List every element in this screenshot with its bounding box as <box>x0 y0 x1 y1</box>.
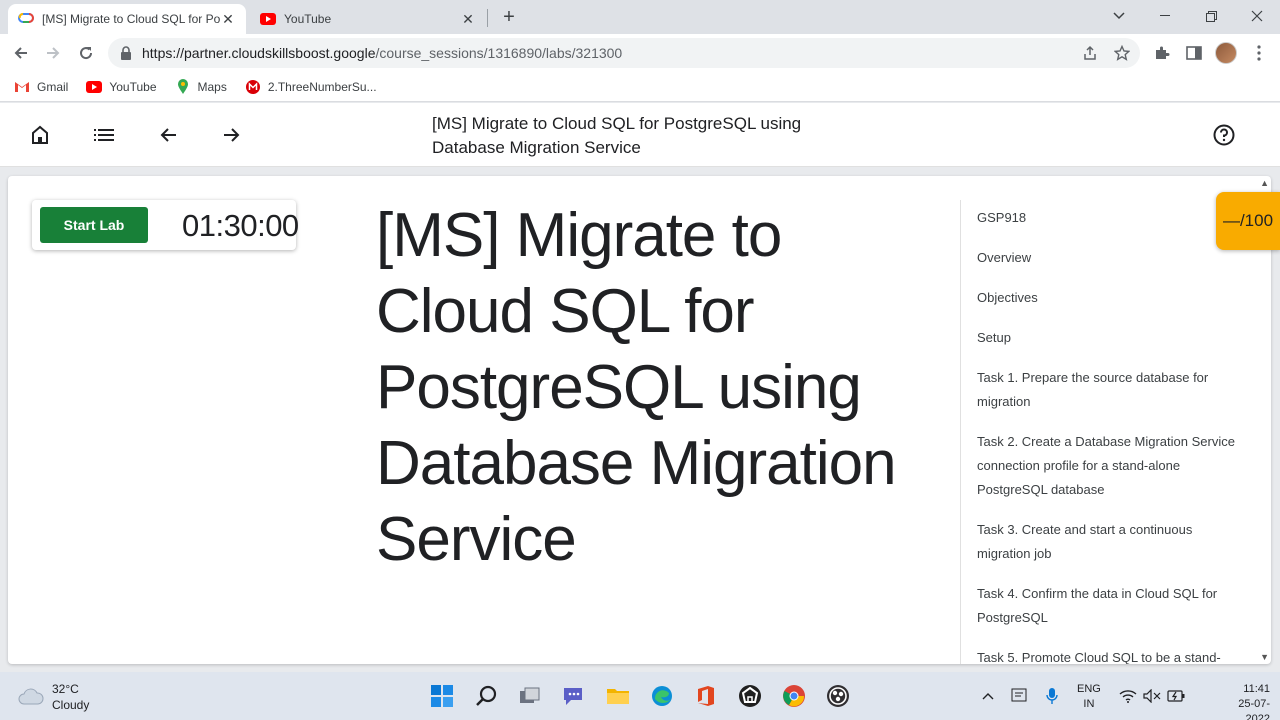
tab-title: YouTube <box>284 12 332 26</box>
scroll-down-arrow-icon[interactable]: ▼ <box>1260 652 1269 662</box>
cloud-icon <box>18 687 44 708</box>
clock-time: 11:41 <box>1243 683 1270 695</box>
profile-avatar[interactable] <box>1215 42 1237 64</box>
system-clock[interactable]: 11:41 25-07-2022 <box>1222 682 1270 720</box>
wifi-icon[interactable] <box>1118 686 1138 706</box>
next-arrow-icon[interactable] <box>220 123 244 147</box>
url-host: https://partner.cloudskillsboost.google <box>142 45 376 61</box>
home-icon[interactable] <box>28 123 52 147</box>
start-lab-button[interactable]: Start Lab <box>40 207 148 243</box>
table-of-contents: GSP918 Overview Objectives Setup Task 1.… <box>977 206 1235 664</box>
tab-title: [MS] Migrate to Cloud SQL for Po <box>42 12 220 26</box>
windows-start-icon[interactable] <box>428 682 456 710</box>
language-indicator[interactable]: ENG IN <box>1077 682 1101 712</box>
bookmark-label: YouTube <box>109 79 157 94</box>
tab-lab[interactable]: [MS] Migrate to Cloud SQL for Po ✕ <box>8 4 246 34</box>
url-path: /course_sessions/1316890/labs/321300 <box>375 45 623 61</box>
tab-divider <box>487 9 488 27</box>
office-icon[interactable] <box>692 682 720 710</box>
extensions-icon[interactable] <box>1149 40 1175 66</box>
weather-condition: Cloudy <box>52 698 90 712</box>
restore-button[interactable] <box>1199 5 1223 27</box>
close-tab-icon[interactable]: ✕ <box>220 11 236 27</box>
youtube-icon <box>86 79 103 95</box>
youtube-icon <box>260 11 276 27</box>
weather-temperature: 32°C <box>52 682 79 696</box>
toc-divider <box>960 200 961 664</box>
address-bar[interactable]: https://partner.cloudskillsboost.google /… <box>108 38 1140 68</box>
share-icon[interactable] <box>1077 40 1103 66</box>
app-pentagon-icon[interactable] <box>736 682 764 710</box>
language-region: IN <box>1083 698 1095 710</box>
teams-chat-icon[interactable] <box>560 682 588 710</box>
new-tab-button[interactable]: + <box>498 6 520 28</box>
windows-taskbar: 32°C Cloudy ENG IN 11:41 25-07-2022 <box>0 672 1280 720</box>
menu-kebab-icon[interactable] <box>1246 40 1272 66</box>
gmail-icon <box>14 79 30 95</box>
microphone-icon[interactable] <box>1042 686 1062 706</box>
lock-icon <box>120 46 134 60</box>
bookmark-gmail[interactable]: Gmail <box>14 79 68 95</box>
side-panel-icon[interactable] <box>1181 40 1207 66</box>
browser-tab-strip: [MS] Migrate to Cloud SQL for Po ✕ YouTu… <box>0 0 1280 34</box>
bookmark-label: Maps <box>197 79 227 94</box>
pen-tablet-icon[interactable] <box>1010 686 1030 706</box>
toc-item-task-3[interactable]: Task 3. Create and start a continuous mi… <box>977 518 1235 566</box>
edge-browser-icon[interactable] <box>648 682 676 710</box>
google-cloud-icon <box>18 11 34 27</box>
toc-item-objectives[interactable]: Objectives <box>977 286 1235 310</box>
previous-arrow-icon[interactable] <box>156 123 180 147</box>
lab-control-card: Start Lab 01:30:00 <box>32 200 299 250</box>
bookmarks-bar: Gmail YouTube Maps 2.ThreeNumberSu... <box>0 72 1280 102</box>
toc-item-task-4[interactable]: Task 4. Confirm the data in Cloud SQL fo… <box>977 582 1235 630</box>
bookmark-youtube[interactable]: YouTube <box>86 79 157 95</box>
obs-studio-icon[interactable] <box>824 682 852 710</box>
maps-icon <box>175 78 191 95</box>
lab-header: [MS] Migrate to Cloud SQL for PostgreSQL… <box>0 103 1280 167</box>
toc-item-task-1[interactable]: Task 1. Prepare the source database for … <box>977 366 1235 414</box>
weather-widget[interactable]: 32°C Cloudy <box>18 681 89 713</box>
battery-charging-icon[interactable] <box>1166 686 1186 706</box>
list-icon[interactable] <box>92 123 116 147</box>
clock-date: 25-07-2022 <box>1238 698 1270 720</box>
language-code: ENG <box>1077 683 1101 695</box>
task-view-icon[interactable] <box>516 682 544 710</box>
toc-item-overview[interactable]: Overview <box>977 246 1235 270</box>
file-explorer-icon[interactable] <box>604 682 632 710</box>
browser-toolbar: https://partner.cloudskillsboost.google /… <box>0 34 1280 72</box>
mega-icon <box>245 79 261 95</box>
help-icon[interactable] <box>1212 123 1236 147</box>
lab-timer: 01:30:00 <box>182 208 299 243</box>
toc-item-task-5[interactable]: Task 5. Promote Cloud SQL to be a stand- <box>977 646 1235 664</box>
toc-item-gsp918[interactable]: GSP918 <box>977 206 1235 230</box>
show-hidden-icons-chevron-icon[interactable] <box>978 686 998 706</box>
bookmark-label: 2.ThreeNumberSu... <box>267 79 377 94</box>
tab-search-chevron-icon[interactable] <box>1107 5 1131 27</box>
header-lab-title: [MS] Migrate to Cloud SQL for PostgreSQL… <box>432 114 802 157</box>
tab-youtube[interactable]: YouTube ✕ <box>250 4 486 34</box>
toc-item-task-2[interactable]: Task 2. Create a Database Migration Serv… <box>977 430 1235 502</box>
lab-content-panel: Start Lab 01:30:00 [MS] Migrate to Cloud… <box>8 176 1271 664</box>
search-icon[interactable] <box>472 682 500 710</box>
volume-muted-icon[interactable] <box>1142 686 1162 706</box>
minimize-button[interactable] <box>1153 5 1177 27</box>
back-icon[interactable] <box>8 40 34 66</box>
lab-title: [MS] Migrate to Cloud SQL for PostgreSQL… <box>376 201 897 574</box>
close-window-button[interactable] <box>1245 5 1269 27</box>
bookmark-maps[interactable]: Maps <box>175 78 227 95</box>
bookmark-label: Gmail <box>37 79 69 94</box>
toc-item-setup[interactable]: Setup <box>977 326 1235 350</box>
chrome-icon[interactable] <box>780 682 808 710</box>
close-tab-icon[interactable]: ✕ <box>460 11 476 27</box>
reload-icon[interactable] <box>73 40 99 66</box>
score-badge[interactable]: —/100 <box>1216 192 1280 250</box>
bookmark-star-icon[interactable] <box>1109 40 1135 66</box>
forward-icon[interactable] <box>40 40 66 66</box>
bookmark-threenumbersum[interactable]: 2.ThreeNumberSu... <box>245 79 377 95</box>
scroll-up-arrow-icon[interactable]: ▲ <box>1260 178 1269 188</box>
